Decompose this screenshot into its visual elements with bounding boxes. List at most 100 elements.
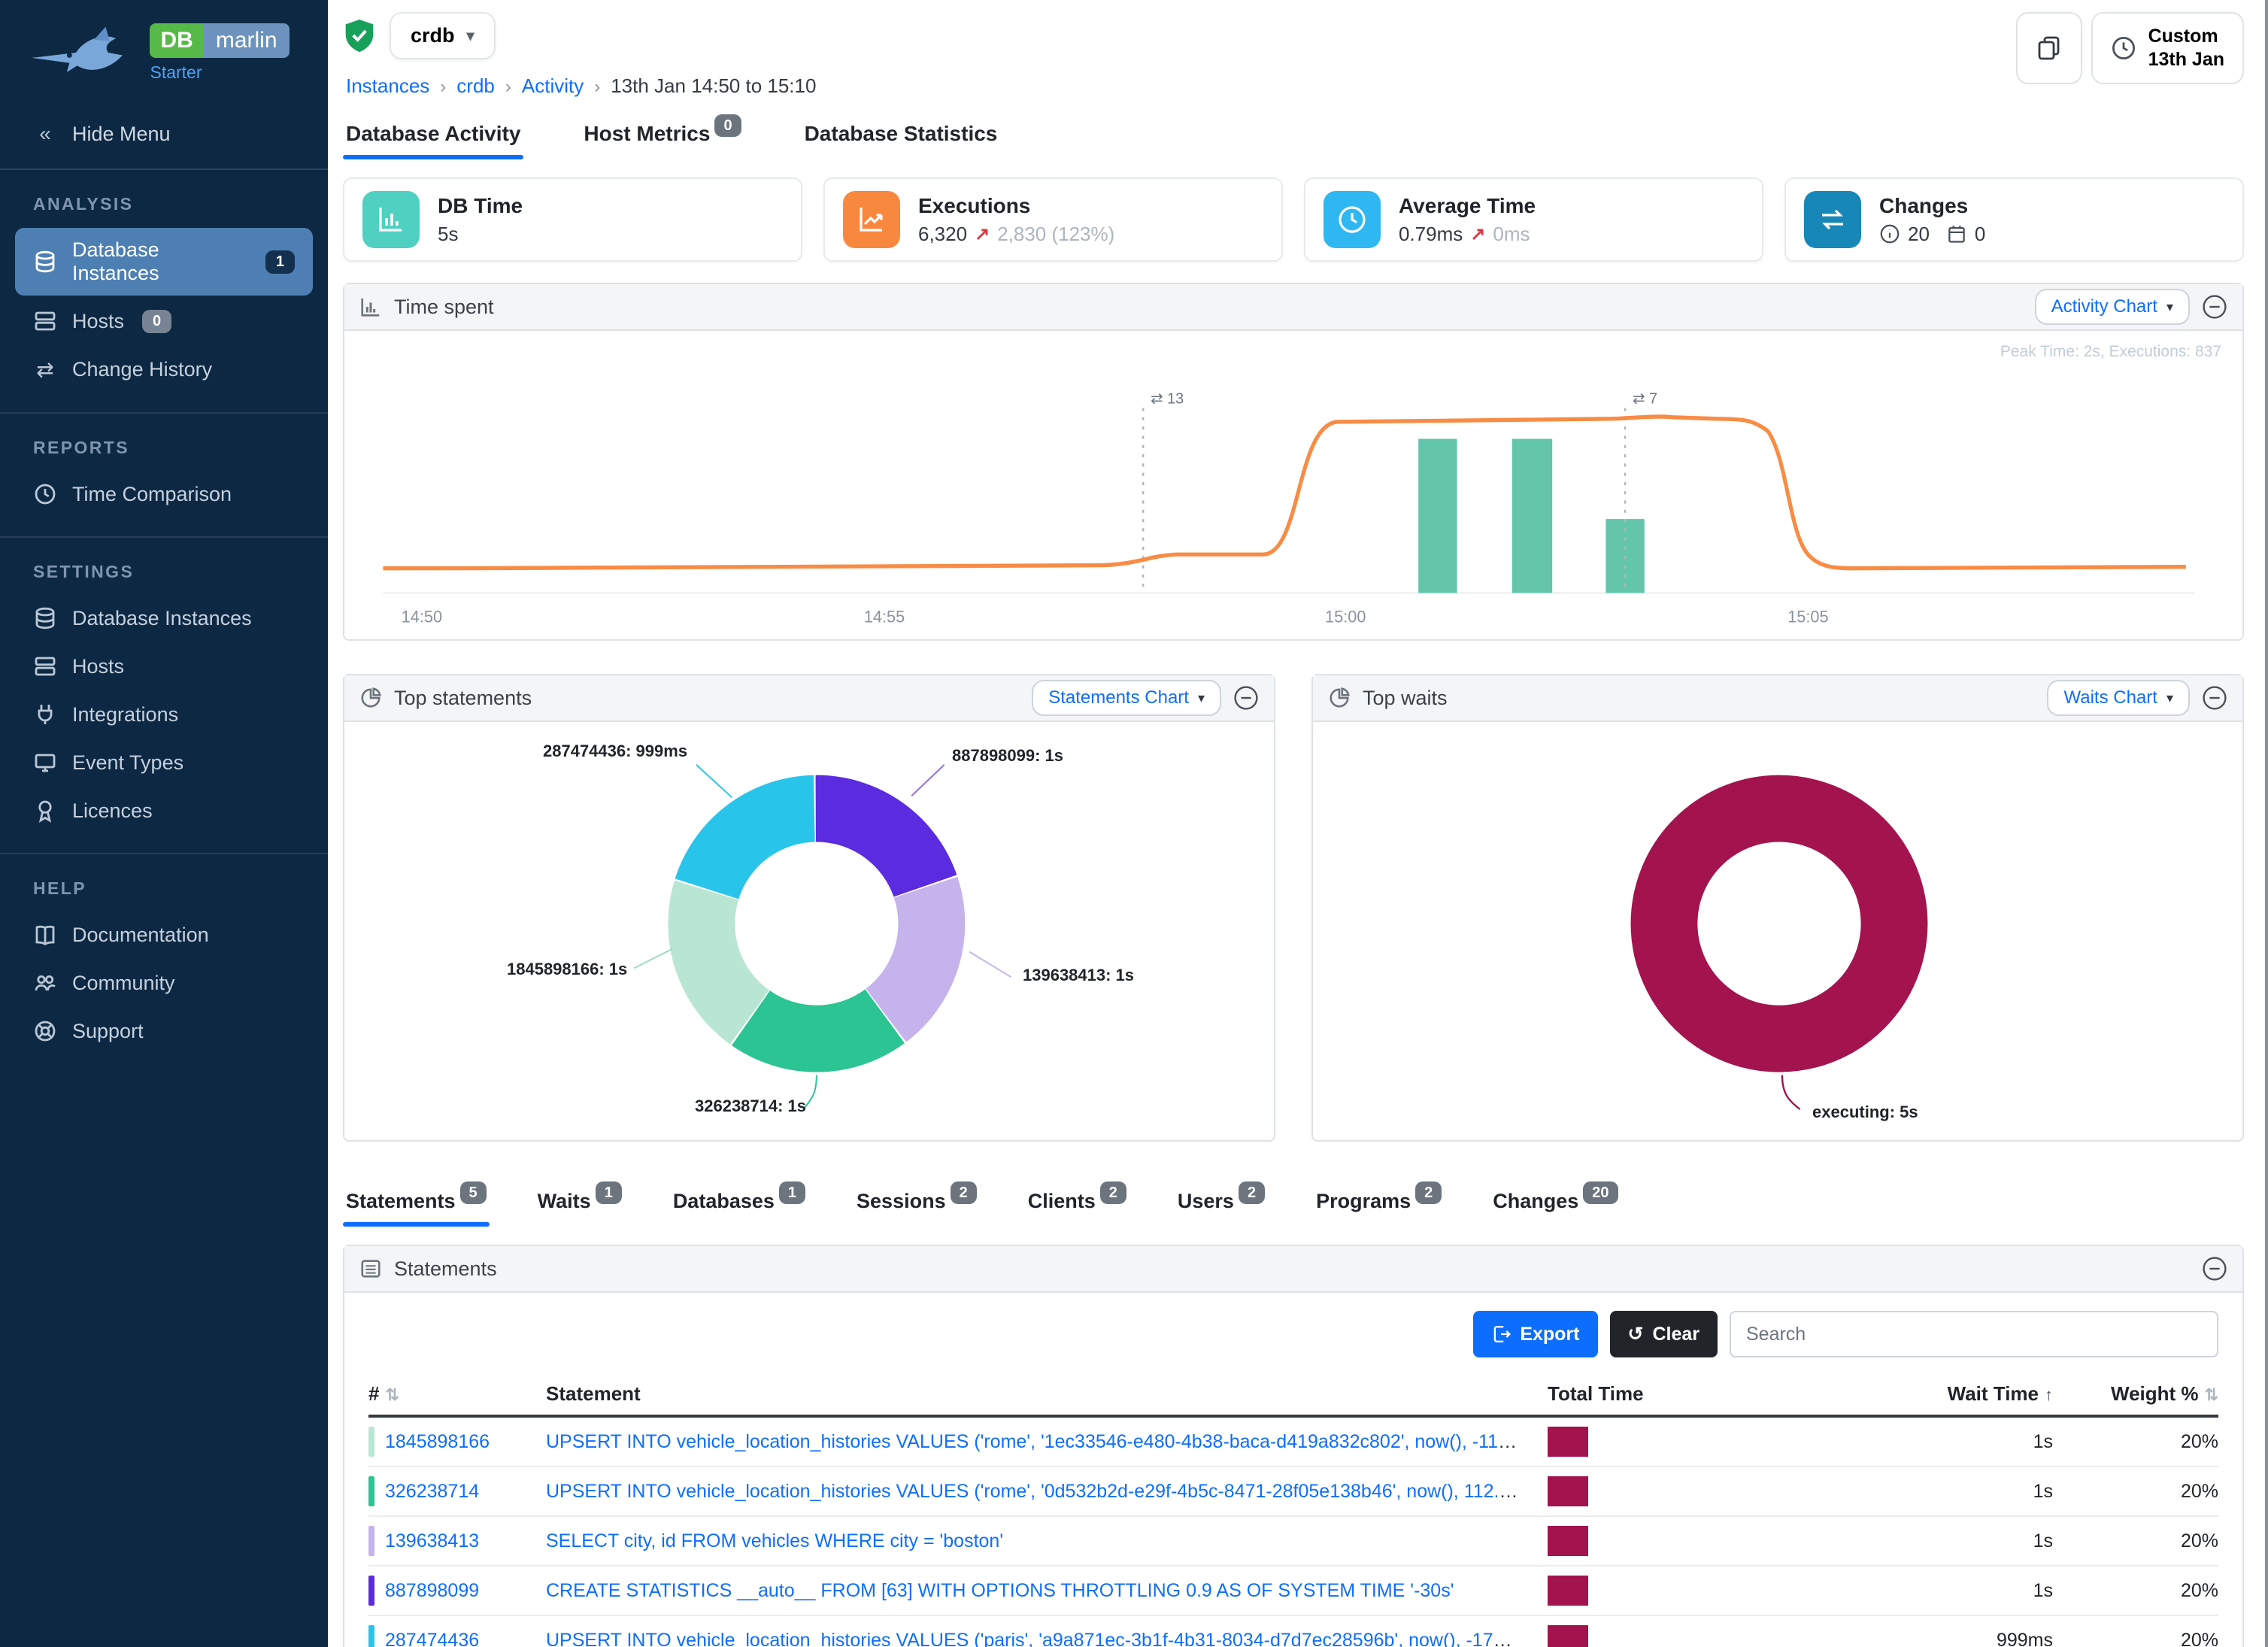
total-time-bar xyxy=(1548,1576,1588,1606)
statement-id-link[interactable]: 1845898166 xyxy=(385,1431,490,1453)
plug-icon xyxy=(33,702,57,726)
sidebar-item-hosts-settings[interactable]: Hosts xyxy=(15,644,313,689)
statement-id-link[interactable]: 887898099 xyxy=(385,1580,479,1602)
tab-users[interactable]: Users2 xyxy=(1175,1181,1268,1227)
x-tick: 14:55 xyxy=(864,607,905,626)
time-range-button[interactable]: Custom 13th Jan xyxy=(2091,12,2244,84)
x-tick: 15:00 xyxy=(1325,607,1366,626)
event-icon xyxy=(33,751,57,775)
app-logo: DB marlin Starter xyxy=(0,0,328,99)
collapse-panel-icon[interactable] xyxy=(2202,294,2227,320)
breadcrumb-instances[interactable]: Instances xyxy=(346,74,429,97)
detail-tabs: Statements5 Waits1 Databases1 Sessions2 … xyxy=(343,1181,2244,1227)
statement-link[interactable]: SELECT city, id FROM vehicles WHERE city… xyxy=(546,1530,1003,1551)
sidebar-item-integrations[interactable]: Integrations xyxy=(15,692,313,737)
tab-database-activity[interactable]: Database Activity xyxy=(343,113,523,159)
tab-clients[interactable]: Clients2 xyxy=(1025,1181,1129,1227)
peak-label: Peak Time: 2s, Executions: 837 xyxy=(2000,343,2221,361)
collapse-panel-icon[interactable] xyxy=(2202,685,2227,711)
kpi-db-time: DB Time 5s xyxy=(343,177,802,262)
tab-changes[interactable]: Changes20 xyxy=(1490,1181,1621,1227)
tab-statements[interactable]: Statements5 xyxy=(343,1181,490,1227)
tab-database-statistics[interactable]: Database Statistics xyxy=(802,113,1001,159)
export-button[interactable]: Export xyxy=(1473,1311,1597,1357)
sidebar-item-database-instances[interactable]: Database Instances 1 xyxy=(15,228,313,296)
main-tabs: Database Activity Host Metrics0 Database… xyxy=(343,113,2244,159)
tab-host-metrics[interactable]: Host Metrics0 xyxy=(581,113,744,159)
weight-value: 20% xyxy=(2053,1431,2218,1453)
total-time-bar xyxy=(1548,1526,1588,1556)
statement-id-link[interactable]: 326238714 xyxy=(385,1481,479,1503)
execution-bar[interactable] xyxy=(1418,439,1457,593)
breadcrumb-crdb[interactable]: crdb xyxy=(456,74,495,97)
waits-donut-chart[interactable]: executing: 5s xyxy=(1313,722,2242,1140)
sidebar-item-time-comparison[interactable]: Time Comparison xyxy=(15,472,313,517)
sidebar: DB marlin Starter « Hide Menu ANALYSIS D… xyxy=(0,0,328,1647)
sidebar-item-support[interactable]: Support xyxy=(15,1009,313,1054)
statement-id-link[interactable]: 139638413 xyxy=(385,1530,479,1552)
panel-title: Time spent xyxy=(394,296,494,319)
marlin-fish-icon xyxy=(29,21,141,84)
col-header-weight[interactable]: Weight %⇅ xyxy=(2053,1382,2218,1406)
collapse-panel-icon[interactable] xyxy=(1233,685,1259,711)
statements-donut-chart[interactable]: 887898099: 1s 139638413: 1s 326238714: 1… xyxy=(344,722,1274,1140)
sidebar-item-licences[interactable]: Licences xyxy=(15,788,313,833)
breadcrumb-activity[interactable]: Activity xyxy=(522,74,584,97)
tab-waits[interactable]: Waits1 xyxy=(535,1181,625,1227)
server-icon xyxy=(33,654,57,678)
up-arrow-icon: ↗ xyxy=(1470,223,1485,245)
col-header-id[interactable]: #⇅ xyxy=(368,1382,546,1406)
sidebar-item-community[interactable]: Community xyxy=(15,960,313,1005)
col-header-statement[interactable]: Statement xyxy=(546,1382,1548,1406)
hide-menu-button[interactable]: « Hide Menu xyxy=(0,99,328,170)
server-icon xyxy=(33,309,57,333)
sort-icon: ⇅ xyxy=(385,1385,399,1404)
activity-chart-selector[interactable]: Activity Chart ▾ xyxy=(2035,289,2190,325)
col-header-wait-time[interactable]: Wait Time↑ xyxy=(1773,1382,2053,1406)
exchange-icon: ⇄ xyxy=(33,357,57,382)
chevron-down-icon: ▾ xyxy=(2166,690,2173,706)
statement-link[interactable]: UPSERT INTO vehicle_location_histories V… xyxy=(546,1431,1548,1452)
panel-title: Top statements xyxy=(394,687,532,710)
col-header-total-time[interactable]: Total Time xyxy=(1548,1382,1773,1406)
sidebar-item-hosts[interactable]: Hosts 0 xyxy=(15,299,313,344)
pie-chart-icon xyxy=(359,687,382,709)
sidebar-item-change-history[interactable]: ⇄ Change History xyxy=(15,347,313,393)
statements-chart-selector[interactable]: Statements Chart ▾ xyxy=(1032,680,1221,716)
search-input[interactable] xyxy=(1730,1311,2218,1357)
statement-link[interactable]: CREATE STATISTICS __auto__ FROM [63] WIT… xyxy=(546,1580,1454,1601)
execution-bar[interactable] xyxy=(1512,439,1552,593)
section-title-reports: REPORTS xyxy=(0,414,328,470)
sidebar-item-event-types[interactable]: Event Types xyxy=(15,740,313,785)
tab-databases[interactable]: Databases1 xyxy=(670,1181,808,1227)
change-annotation: ⇄ 7 xyxy=(1633,390,1657,407)
waits-chart-selector[interactable]: Waits Chart ▾ xyxy=(2047,680,2190,716)
statement-link[interactable]: UPSERT INTO vehicle_location_histories V… xyxy=(546,1481,1548,1502)
panel-title: Top waits xyxy=(1363,687,1448,710)
tab-programs[interactable]: Programs2 xyxy=(1313,1181,1445,1227)
trend-up-icon xyxy=(843,191,900,248)
kpi-value: 5s xyxy=(438,223,458,246)
collapse-panel-icon[interactable] xyxy=(2202,1256,2227,1282)
donut-slice-executing[interactable] xyxy=(1664,808,1894,1039)
statement-color-bar xyxy=(368,1427,374,1457)
activity-chart[interactable]: Peak Time: 2s, Executions: 837 ⇄ 13 ⇄ 7 … xyxy=(344,331,2242,639)
copy-icon xyxy=(2036,35,2063,62)
slice-label: 326238714: 1s xyxy=(695,1096,806,1116)
sidebar-item-database-instances-settings[interactable]: Database Instances xyxy=(15,596,313,641)
slice-label: executing: 5s xyxy=(1812,1103,1918,1122)
statement-link[interactable]: UPSERT INTO vehicle_location_histories V… xyxy=(546,1630,1548,1647)
info-icon xyxy=(1879,223,1900,244)
logo-brand-badge: marlin xyxy=(204,23,290,58)
weight-value: 20% xyxy=(2053,1530,2218,1552)
kpi-cards: DB Time 5s Executions 6,320 ↗ 2,830 (123… xyxy=(343,177,2244,262)
count-badge: 1 xyxy=(265,250,295,274)
statement-id-link[interactable]: 287474436 xyxy=(385,1630,479,1647)
clear-button[interactable]: ↺ Clear xyxy=(1610,1311,1718,1357)
tab-sessions[interactable]: Sessions2 xyxy=(854,1181,980,1227)
bar-chart-icon xyxy=(362,191,420,248)
sidebar-item-documentation[interactable]: Documentation xyxy=(15,912,313,957)
weight-value: 20% xyxy=(2053,1481,2218,1503)
instance-selector[interactable]: crdb ▾ xyxy=(390,12,496,59)
copy-link-button[interactable] xyxy=(2016,12,2082,84)
